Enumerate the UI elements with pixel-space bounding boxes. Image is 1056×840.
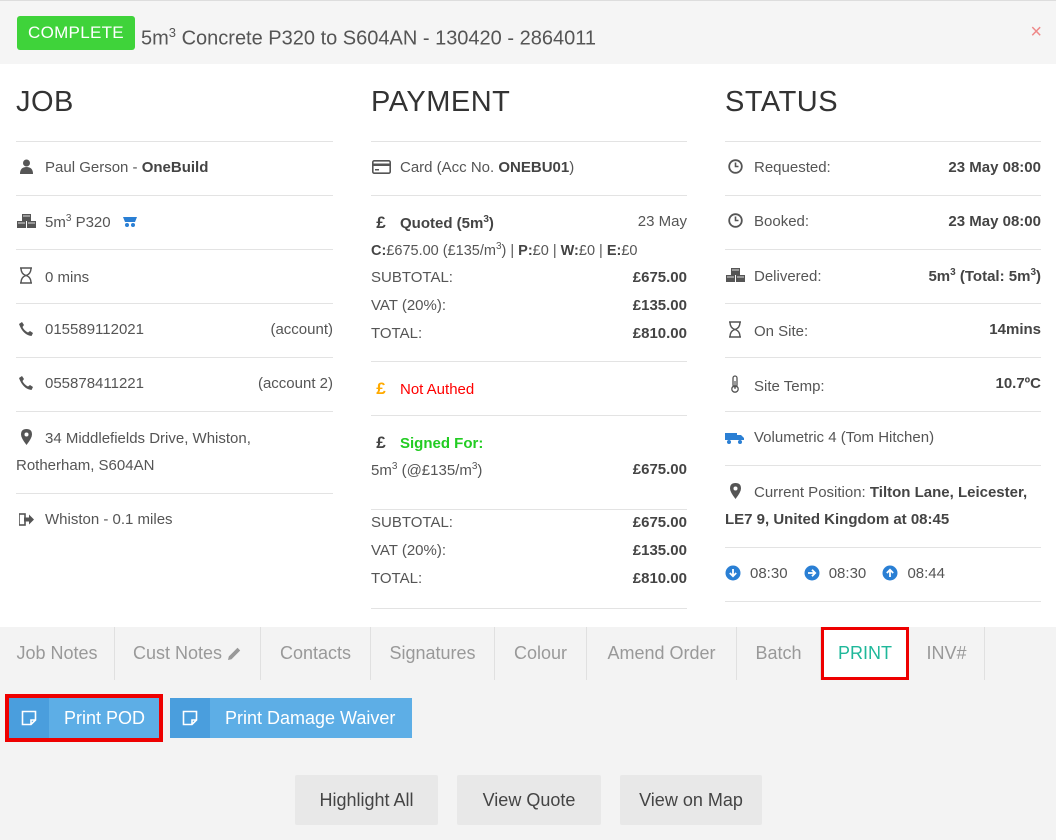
status-vehicle-row: Volumetric 4 (Tom Hitchen)	[725, 411, 1041, 465]
job-phone2-row: 055878411221 (account 2)	[16, 357, 333, 411]
user-icon	[16, 159, 36, 176]
status-column: STATUS Requested: 23 May 08:00 Booked: 2…	[725, 64, 1041, 602]
arrow-down-circle-icon	[725, 565, 741, 582]
page-title: 5m3 Concrete P320 to S604AN - 130420 - 2…	[141, 25, 596, 50]
close-button[interactable]: ×	[1030, 21, 1042, 43]
status-title: STATUS	[725, 86, 839, 118]
tab-cust-notes[interactable]: Cust Notes	[115, 627, 261, 680]
status-booked-row: Booked: 23 May 08:00	[725, 195, 1041, 249]
status-requested-row: Requested: 23 May 08:00	[725, 141, 1041, 195]
truck-icon	[725, 429, 745, 446]
status-times-row: 08:30 08:30 08:44	[725, 547, 1041, 601]
tab-batch[interactable]: Batch	[737, 627, 821, 680]
payment-auth-row: £ Not Authed	[371, 361, 687, 415]
job-address-row: 34 Middlefields Drive, Whiston, Rotherha…	[16, 411, 333, 493]
phone1-link[interactable]: 015589112021	[45, 321, 144, 338]
customer-company: OneBuild	[141, 159, 209, 176]
tab-amend-order[interactable]: Amend Order	[587, 627, 737, 680]
map-marker-icon	[725, 483, 745, 501]
status-position-row: Current Position: Tilton Lane, Leicester…	[725, 465, 1041, 547]
sticky-note-icon	[9, 698, 49, 738]
auth-status: Not Authed	[400, 381, 475, 398]
phone2-link[interactable]: 055878411221	[45, 375, 144, 392]
status-bottom-divider	[725, 601, 1041, 602]
pound-icon: £	[376, 213, 386, 232]
highlight-all-button[interactable]: Highlight All	[295, 775, 438, 825]
sticky-note-icon	[170, 698, 210, 738]
payment-quoted-row: £ Quoted (5m3) 23 May C:£675.00 (£135/m3)…	[371, 195, 687, 361]
print-pod-button[interactable]: Print POD	[5, 694, 163, 742]
wheelbarrow-icon	[119, 214, 138, 231]
view-on-map-button[interactable]: View on Map	[620, 775, 762, 825]
thermometer-icon	[725, 375, 745, 395]
status-onsite-row: On Site: 14mins	[725, 303, 1041, 357]
payment-title: PAYMENT	[371, 86, 511, 118]
tab-print[interactable]: PRINT	[821, 627, 909, 680]
signed-for-label: Signed For:	[400, 435, 484, 452]
status-delivered-row: Delivered: 5m3 (Total: 5m3)	[725, 249, 1041, 303]
view-quote-button[interactable]: View Quote	[457, 775, 601, 825]
payment-column: PAYMENT Card (Acc No. ONEBU01) £ Quoted (…	[371, 64, 687, 609]
pencil-icon	[227, 646, 242, 663]
clock-icon	[725, 159, 745, 176]
job-product-row: 5m3 P320	[16, 195, 333, 249]
cubes-icon	[16, 213, 36, 231]
sign-out-icon	[16, 511, 36, 528]
arrow-up-circle-icon	[882, 565, 898, 582]
clock-icon	[725, 213, 745, 230]
tab-signatures[interactable]: Signatures	[371, 627, 495, 680]
tab-colour[interactable]: Colour	[495, 627, 587, 680]
arrow-right-circle-icon	[804, 565, 820, 582]
phone-icon	[16, 321, 36, 338]
phone-icon	[16, 375, 36, 392]
payment-card-row: Card (Acc No. ONEBU01)	[371, 141, 687, 195]
payment-totals2-row: SUBTOTAL: £675.00 VAT (20%): £135.00 TOTAL…	[371, 509, 687, 608]
modal-header: COMPLETE 5m3 Concrete P320 to S604AN - 1…	[0, 0, 1056, 64]
print-panel: Print POD Print Damage Waiver Highlight …	[0, 680, 1056, 840]
tab-bar: Job Notes Cust Notes Contacts Signatures…	[0, 627, 1056, 680]
job-phone1-row: 015589112021 (account)	[16, 303, 333, 357]
tab-contacts[interactable]: Contacts	[261, 627, 371, 680]
payment-bottom-divider	[371, 608, 687, 609]
payment-signed-row: £ Signed For: 5m3 (@£135/m3) £675.00	[371, 415, 687, 509]
status-temp-row: Site Temp: 10.7ºC	[725, 357, 1041, 411]
job-duration-row: 0 mins	[16, 249, 333, 303]
hourglass-icon	[725, 321, 745, 340]
job-column: JOB Paul Gerson - OneBuild 5m3 P320 0 mi…	[16, 64, 333, 547]
tab-job-notes[interactable]: Job Notes	[0, 627, 115, 680]
pound-icon: £	[376, 379, 386, 398]
job-title: JOB	[16, 86, 74, 118]
job-distance-row: Whiston - 0.1 miles	[16, 493, 333, 547]
cubes-icon	[725, 267, 745, 285]
status-badge: COMPLETE	[17, 16, 135, 50]
pound-icon: £	[376, 433, 386, 452]
print-damage-waiver-button[interactable]: Print Damage Waiver	[170, 698, 412, 738]
hourglass-icon	[16, 267, 36, 286]
job-customer-row: Paul Gerson - OneBuild	[16, 141, 333, 195]
map-marker-icon	[16, 429, 36, 447]
credit-card-icon	[371, 159, 391, 176]
tab-inv[interactable]: INV#	[909, 627, 985, 680]
